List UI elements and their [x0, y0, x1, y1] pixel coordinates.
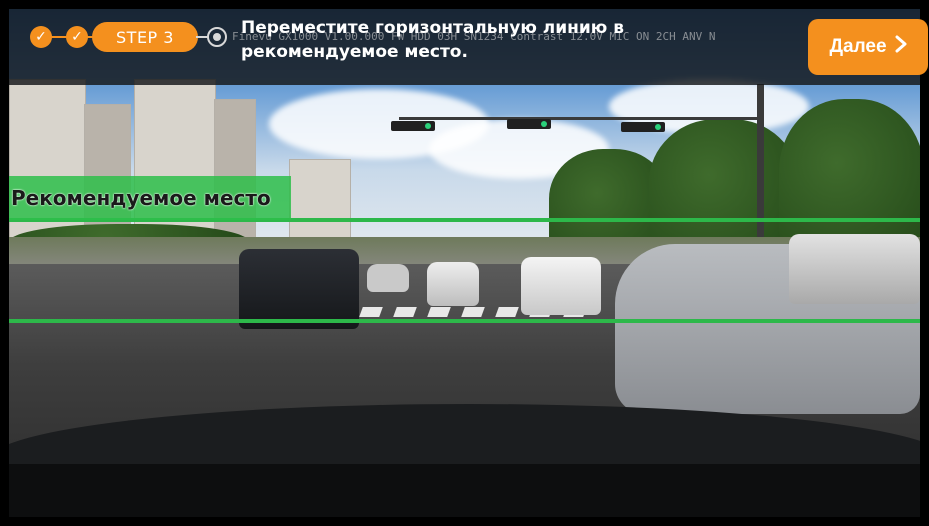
- suv-silver: [789, 234, 920, 304]
- traffic-light: [507, 119, 551, 129]
- signal-arm: [399, 117, 759, 120]
- dashcam-frame: [9, 9, 920, 517]
- chevron-right-icon: [895, 35, 907, 59]
- instruction-text: Переместите горизонтальную линию в реком…: [241, 18, 624, 62]
- car: [367, 264, 409, 292]
- next-button[interactable]: Далее: [808, 19, 928, 75]
- crosswalk-stripe: [495, 307, 519, 317]
- car-white: [427, 262, 479, 306]
- horizontal-guide-line[interactable]: [9, 319, 920, 323]
- next-button-label: Далее: [829, 36, 887, 57]
- check-icon: ✓: [30, 26, 52, 48]
- crosswalk-stripe: [359, 307, 383, 317]
- traffic-light: [391, 121, 435, 131]
- signal-pole: [757, 84, 764, 254]
- recommended-zone-label: Рекомендуемое место: [9, 176, 291, 220]
- dashboard: [9, 464, 920, 517]
- circle-radio-icon: [207, 27, 227, 47]
- traffic-light: [621, 122, 665, 132]
- stepper: ✓ ✓ STEP 3: [22, 22, 232, 52]
- suv-white: [521, 257, 601, 315]
- suv-dark: [239, 249, 359, 329]
- check-icon: ✓: [66, 26, 88, 48]
- current-step-badge: STEP 3: [92, 22, 198, 52]
- crosswalk-stripe: [427, 307, 451, 317]
- building: [214, 99, 256, 246]
- crosswalk-stripe: [461, 307, 485, 317]
- crosswalk-stripe: [393, 307, 417, 317]
- building: [289, 159, 351, 241]
